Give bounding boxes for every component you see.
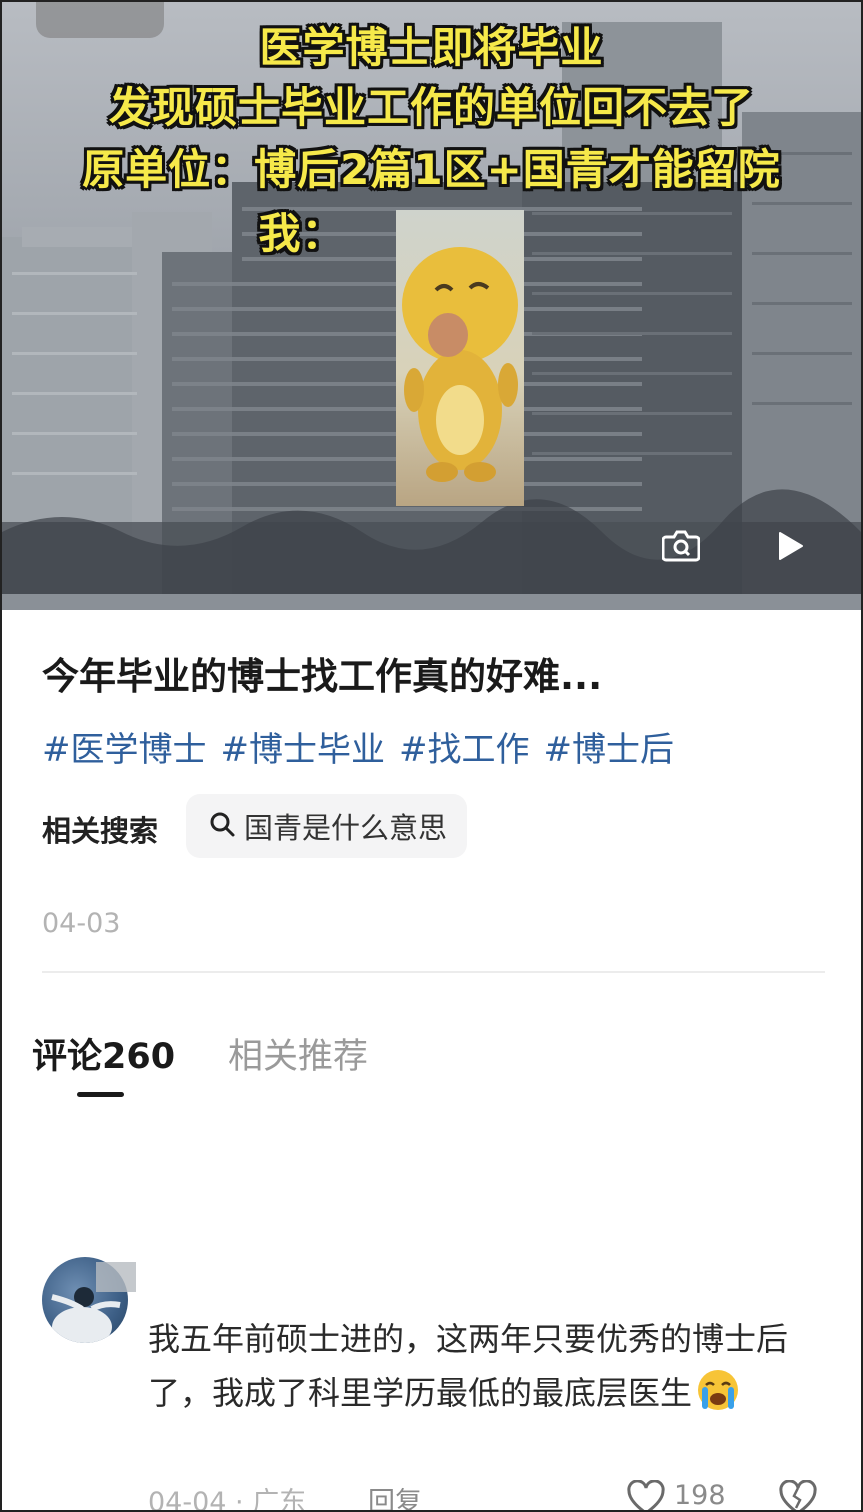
- caption-line-2: 发现硕士毕业工作的单位回不去了: [108, 83, 754, 132]
- tag-link[interactable]: #博士毕业: [221, 722, 386, 771]
- caption-line-1: 医学博士即将毕业: [259, 23, 604, 72]
- caption-line-4: 我：: [258, 209, 345, 258]
- related-search-label: 相关搜索: [42, 814, 159, 848]
- crying-face-icon: [692, 1368, 744, 1412]
- tag-list: #医学博士 #博士毕业 #找工作 #博士后: [42, 722, 674, 771]
- comment-meta: 04-04 · 广东: [148, 1487, 307, 1512]
- username-redaction: [96, 1262, 136, 1292]
- active-tab-indicator: [77, 1092, 124, 1097]
- post-title: 今年毕业的博士找工作真的好难...: [42, 655, 603, 698]
- caption-line-3: 原单位：博后2篇1区+国青才能留院: [82, 145, 781, 194]
- app-frame: 医学博士即将毕业 发现硕士毕业工作的单位回不去了 原单位：博后2篇1区+国青才能…: [0, 0, 863, 1512]
- broken-heart-icon[interactable]: [778, 1479, 818, 1510]
- comment-text: 我五年前硕士进的，这两年只要优秀的博士后了，我成了科里学历最低的最底层医生: [148, 1312, 808, 1420]
- post-image[interactable]: 医学博士即将毕业 发现硕士毕业工作的单位回不去了 原单位：博后2篇1区+国青才能…: [2, 2, 861, 610]
- camera-icon[interactable]: [661, 527, 701, 563]
- search-icon: [208, 810, 236, 842]
- mascot-sticker: [396, 210, 524, 506]
- tag-link[interactable]: #找工作: [399, 722, 530, 771]
- related-search-query: 国青是什么意思: [244, 811, 448, 845]
- related-search-chip[interactable]: 国青是什么意思: [186, 794, 468, 858]
- post-date: 04-03: [42, 908, 121, 939]
- tag-link[interactable]: #博士后: [544, 722, 675, 771]
- reply-button[interactable]: 回复: [368, 1480, 422, 1510]
- tab-related[interactable]: 相关推荐: [228, 1028, 368, 1079]
- tag-link[interactable]: #医学博士: [42, 722, 207, 771]
- divider: [42, 971, 825, 973]
- play-icon[interactable]: [774, 530, 806, 562]
- like-count: 198: [674, 1480, 726, 1511]
- tab-comments[interactable]: 评论260: [32, 1028, 175, 1079]
- heart-icon[interactable]: [626, 1479, 666, 1510]
